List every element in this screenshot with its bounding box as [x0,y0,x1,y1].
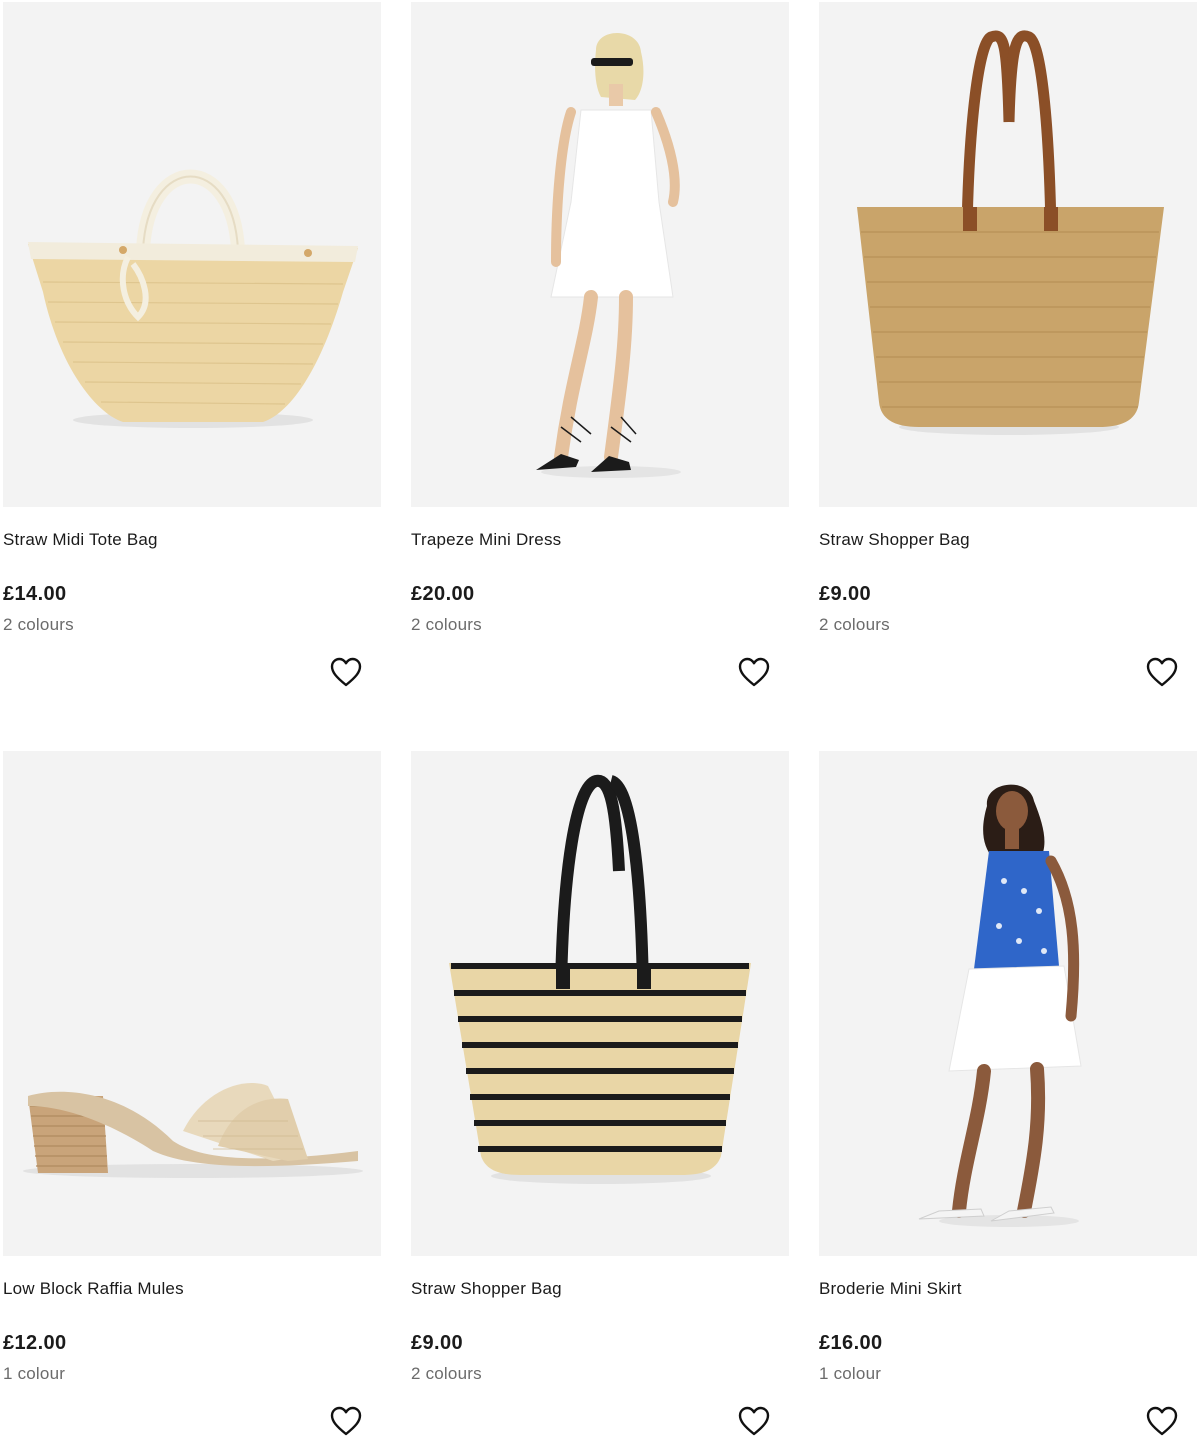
product-card[interactable]: Low Block Raffia Mules £12.00 1 colour [3,751,381,1438]
heart-icon[interactable] [737,656,771,688]
product-colours: 2 colours [411,1364,482,1383]
product-colours: 2 colours [411,615,482,634]
heart-icon[interactable] [329,1405,363,1437]
product-image[interactable] [411,2,789,507]
product-card[interactable]: Broderie Mini Skirt £16.00 1 colour [819,751,1197,1438]
product-name[interactable]: Low Block Raffia Mules [3,1279,184,1299]
white-skirt-model-image [918,784,1082,1227]
product-image[interactable] [819,2,1197,507]
product-price: £14.00 [3,583,67,605]
product-image[interactable] [819,751,1197,1256]
product-card[interactable]: Trapeze Mini Dress £20.00 2 colours [411,2,789,702]
product-name[interactable]: Straw Midi Tote Bag [3,530,158,550]
product-card[interactable]: Straw Shopper Bag £9.00 2 colours [411,751,789,1438]
product-grid: Straw Midi Tote Bag £14.00 2 colours Tra… [0,0,1200,1438]
product-price: £9.00 [411,1332,464,1354]
product-card[interactable]: Straw Midi Tote Bag £14.00 2 colours [3,2,381,702]
product-name[interactable]: Straw Shopper Bag [819,530,970,550]
straw-tote-bag-image [28,169,358,428]
product-price: £12.00 [3,1332,67,1354]
product-name[interactable]: Broderie Mini Skirt [819,1279,962,1299]
product-name[interactable]: Trapeze Mini Dress [411,530,561,550]
product-card[interactable]: Straw Shopper Bag £9.00 2 colours [819,2,1197,702]
heart-icon[interactable] [329,656,363,688]
product-image[interactable] [411,751,789,1256]
product-colours: 1 colour [819,1364,882,1383]
white-dress-model-image [536,32,681,478]
product-name[interactable]: Straw Shopper Bag [411,1279,562,1299]
heart-icon[interactable] [1145,656,1179,688]
raffia-mule-shoe-image [23,1083,363,1178]
heart-icon[interactable] [1145,1405,1179,1437]
product-image[interactable] [3,751,381,1256]
product-colours: 1 colour [3,1364,66,1383]
product-price: £16.00 [819,1332,883,1354]
product-price: £20.00 [411,583,475,605]
striped-shopper-bag-image [449,774,751,1184]
straw-shopper-bag-image [857,30,1164,435]
product-price: £9.00 [819,583,872,605]
product-image[interactable] [3,2,381,507]
product-colours: 2 colours [3,615,74,634]
heart-icon[interactable] [737,1405,771,1437]
product-colours: 2 colours [819,615,890,634]
